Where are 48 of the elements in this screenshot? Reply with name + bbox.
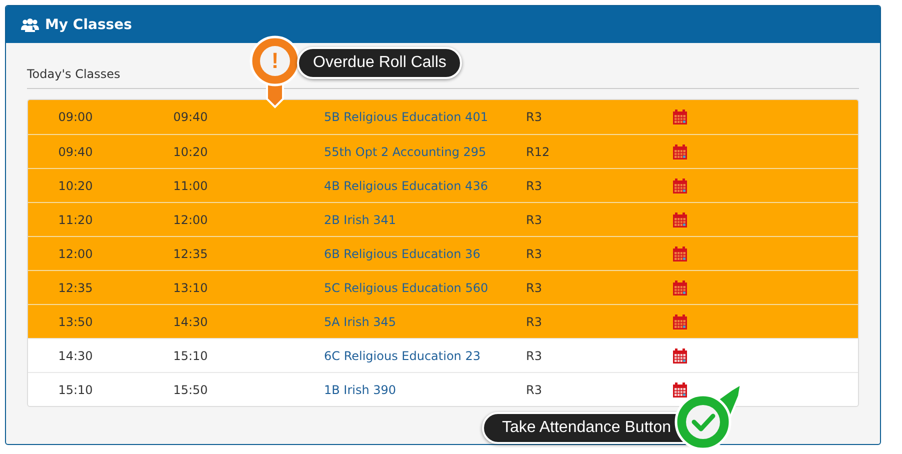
start-time: 10:20 — [57, 178, 94, 192]
calendar-icon[interactable] — [672, 212, 688, 228]
class-link[interactable]: 6B Religious Education 36 — [324, 246, 480, 260]
start-time: 13:50 — [57, 314, 94, 328]
callout-label: Overdue Roll Calls — [297, 47, 462, 79]
room-cell-text: R3 — [526, 212, 543, 226]
class-link[interactable]: 6C Religious Education 23 — [324, 348, 480, 362]
start-time: 12:00 — [57, 246, 94, 260]
start-time: 11:20 — [57, 212, 94, 226]
end-time: 15:50 — [172, 382, 209, 396]
end-time: 12:35 — [172, 246, 209, 260]
calendar-icon[interactable] — [672, 280, 688, 296]
room-cell-text: R3 — [526, 348, 543, 362]
room-cell-text: R3 — [526, 382, 543, 396]
room-cell-text: R3 — [526, 280, 543, 294]
class-link[interactable]: 5C Religious Education 560 — [324, 280, 488, 294]
start-time: 12:35 — [57, 280, 94, 294]
start-time: 14:30 — [57, 348, 94, 362]
end-time: 14:30 — [172, 314, 209, 328]
calendar-icon[interactable] — [672, 246, 688, 262]
room-cell-text: R3 — [526, 178, 543, 192]
start-time: 09:00 — [57, 110, 94, 124]
end-time: 09:40 — [172, 110, 209, 124]
panel-title: My Classes — [45, 16, 132, 32]
class-link[interactable]: 4B Religious Education 436 — [324, 178, 488, 192]
room-cell-text: R12 — [526, 144, 551, 158]
calendar-icon[interactable] — [672, 314, 688, 330]
room-cell-text: R3 — [526, 314, 543, 328]
start-time: 15:10 — [57, 382, 94, 396]
class-link[interactable]: 5A Irish 345 — [324, 314, 396, 328]
calendar-icon[interactable] — [672, 144, 688, 160]
end-time: 11:00 — [172, 178, 209, 192]
class-link[interactable]: 55th Opt 2 Accounting 295 — [324, 144, 486, 158]
calendar-icon[interactable] — [672, 178, 688, 194]
calendar-icon[interactable] — [672, 109, 688, 125]
end-time: 12:00 — [172, 212, 209, 226]
class-link[interactable]: 1B Irish 390 — [324, 382, 396, 396]
room-cell-text: R3 — [526, 246, 543, 260]
end-time: 13:10 — [172, 280, 209, 294]
class-link[interactable]: 2B Irish 341 — [324, 212, 396, 226]
end-time: 10:20 — [172, 144, 209, 158]
start-time: 09:40 — [57, 144, 94, 158]
class-link[interactable]: 5B Religious Education 401 — [324, 110, 488, 124]
end-time: 15:10 — [172, 348, 209, 362]
calendar-icon[interactable] — [672, 348, 688, 364]
users-icon — [21, 18, 39, 32]
calendar-icon[interactable] — [672, 382, 688, 398]
room-cell-text: R3 — [526, 110, 543, 124]
